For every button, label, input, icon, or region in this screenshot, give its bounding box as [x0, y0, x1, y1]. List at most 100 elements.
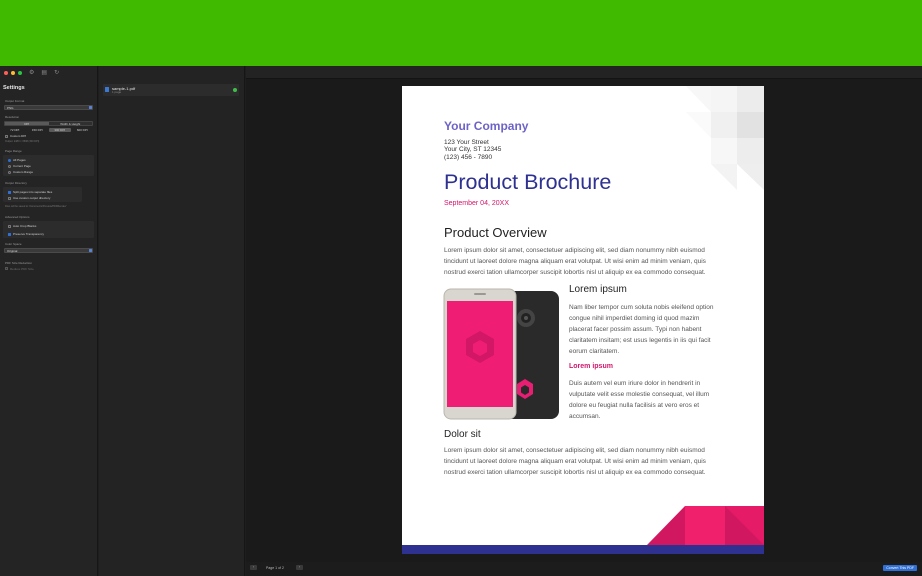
radio-icon[interactable]	[8, 158, 11, 162]
chevron-left-icon[interactable]: ‹	[250, 565, 257, 570]
paragraph-line: placerat facer possim assum. Typi non ha…	[569, 326, 702, 333]
color-space-select[interactable]: Original	[4, 247, 93, 253]
paragraph-line: tincidunt ut laoreet dolore magna aliqua…	[444, 458, 706, 465]
lorem2-paragraph: Duis autem vel eum iriure dolor in hendr…	[569, 378, 709, 422]
preview-bottom-bar: ‹ Page 1 of 2 › Convert This PDF	[246, 562, 922, 576]
auto-crop-checkbox[interactable]	[8, 224, 11, 228]
file-list: sample-1.pdf 1 page	[99, 66, 245, 576]
auto-crop-row[interactable]: Auto Crop Blanks	[3, 224, 94, 228]
segment-dpi[interactable]: DPI	[5, 121, 49, 126]
dpi-options: 72 DPI 150 DPI 300 DPI 600 DPI	[4, 127, 94, 133]
page-range-all[interactable]: All Pages	[3, 158, 94, 162]
paragraph-line: vulputate velit esse molestie consequat,…	[569, 391, 710, 398]
pdf-page: Your Company 123 Your Street Your City, …	[402, 86, 764, 554]
chevron-down-icon	[88, 249, 92, 252]
preserve-transparency-row[interactable]: Preserve Transparency	[3, 232, 94, 236]
paragraph-line: Duis autem vel eum iriure dolor in hendr…	[569, 380, 701, 387]
reduce-pdf-label: Reduce PDF Size	[10, 266, 34, 271]
preserve-transparency-label: Preserve Transparency	[13, 232, 45, 236]
file-subtitle: 1 page	[112, 90, 122, 94]
output-directory-note: Files will be saved to: Documents/Previe…	[5, 205, 67, 208]
settings-title: Settings	[3, 85, 25, 91]
output-size-note: Output: 2480 × 3508 (300 DPI)	[5, 140, 40, 143]
refresh-icon[interactable]: ↻	[54, 70, 59, 76]
output-directory-group: Split pages into separate files Use cust…	[3, 187, 82, 202]
address-line: Your City, ST 12345	[444, 146, 502, 154]
chevron-right-icon[interactable]: ›	[296, 565, 303, 570]
settings-sidebar: ⚙ ▤ ↻ Settings Output Format PNG Resolut…	[0, 66, 98, 576]
page-range-label: Page Range	[5, 149, 22, 153]
preview-pane: Your Company 123 Your Street Your City, …	[246, 66, 922, 576]
reduce-pdf-row[interactable]: Reduce PDF Size	[0, 267, 97, 271]
dolor-heading: Dolor sit	[444, 429, 481, 440]
page-range-all-label: All Pages	[13, 158, 26, 162]
page-range-custom[interactable]: Custom Range	[3, 170, 94, 174]
pixel-decoration	[686, 86, 764, 190]
minimize-window-button[interactable]	[11, 71, 15, 75]
split-pages-checkbox[interactable]	[8, 190, 11, 194]
address-line: 123 Your Street	[444, 139, 489, 146]
close-window-button[interactable]	[4, 71, 8, 75]
app-window: ⚙ ▤ ↻ Settings Output Format PNG Resolut…	[0, 66, 922, 576]
page-footer-bar	[402, 545, 764, 554]
paragraph-line: accumsan.	[569, 413, 601, 420]
custom-dpi-row[interactable]: Custom DPI	[0, 134, 97, 138]
gear-icon[interactable]: ⚙	[29, 70, 34, 76]
overview-paragraph: Lorem ipsum dolor sit amet, consectetuer…	[444, 245, 706, 278]
pdf-file-icon	[105, 87, 109, 92]
status-ok-icon	[233, 88, 237, 92]
paragraph-line: Lorem ipsum dolor sit amet, consectetuer…	[444, 247, 705, 254]
radio-icon[interactable]	[8, 170, 11, 174]
zoom-window-button[interactable]	[18, 71, 22, 75]
dpi-option-300[interactable]: 300 DPI	[49, 127, 71, 132]
page-range-custom-label: Custom Range	[13, 170, 34, 174]
page-indicator: Page 1 of 2	[266, 565, 284, 570]
page-range-current-label: Current Page	[13, 164, 31, 168]
radio-icon[interactable]	[8, 164, 11, 168]
output-format-value: PNG	[7, 105, 14, 110]
custom-dir-checkbox[interactable]	[8, 196, 11, 200]
paragraph-line: dolore eu feugiat nulla facilisis at ver…	[569, 402, 700, 409]
custom-dpi-label: Custom DPI	[10, 134, 27, 138]
resolution-mode-segment: DPI Width & Height	[4, 120, 93, 126]
lorem-heading: Lorem ipsum	[569, 284, 627, 295]
chevron-down-icon	[88, 106, 92, 109]
output-format-select[interactable]: PNG	[4, 104, 93, 110]
page-range-group: All Pages Current Page Custom Range	[3, 155, 94, 176]
lorem-paragraph: Nam liber tempor cum soluta nobis eleife…	[569, 302, 714, 357]
corner-shapes	[647, 506, 764, 545]
auto-crop-label: Auto Crop Blanks	[13, 224, 37, 228]
custom-dir-row[interactable]: Use custom output directory	[3, 196, 82, 200]
desktop-background	[0, 0, 922, 66]
split-pages-label: Split pages into separate files	[13, 190, 53, 194]
dpi-option-600[interactable]: 600 DPI	[72, 128, 94, 133]
overview-heading: Product Overview	[444, 225, 547, 240]
reduce-pdf-checkbox[interactable]	[5, 267, 8, 270]
paragraph-line: Lorem ipsum dolor sit amet, consectetuer…	[444, 447, 705, 454]
color-space-value: Original	[7, 248, 18, 253]
output-directory-label: Output Directory	[5, 181, 27, 185]
lorem-subheading: Lorem ipsum	[569, 363, 613, 370]
segment-width-height[interactable]: Width & Height	[49, 122, 93, 126]
paragraph-line: congue nihil imperdiet doming id quod ma…	[569, 315, 700, 322]
custom-dpi-checkbox[interactable]	[5, 134, 8, 138]
paragraph-line: claritatem insitam; est usus legentis in…	[569, 337, 711, 344]
paragraph-line: Nam liber tempor cum soluta nobis eleife…	[569, 304, 714, 311]
dpi-option-150[interactable]: 150 DPI	[27, 128, 49, 133]
dpi-option-72[interactable]: 72 DPI	[4, 128, 26, 133]
color-space-label: Color Space	[5, 242, 22, 246]
document-title: Product Brochure	[444, 170, 612, 194]
paragraph-line: tincidunt ut laoreet dolore magna aliqua…	[444, 258, 706, 265]
list-item[interactable]: sample-1.pdf 1 page	[103, 84, 239, 96]
convert-button[interactable]: Convert This PDF	[883, 564, 917, 571]
split-pages-row[interactable]: Split pages into separate files	[3, 190, 82, 194]
preview-toolbar	[246, 66, 922, 79]
preserve-transparency-checkbox[interactable]	[8, 232, 11, 236]
page-range-current[interactable]: Current Page	[3, 164, 94, 168]
company-name: Your Company	[444, 119, 529, 133]
document-date: September 04, 20XX	[444, 200, 509, 207]
paragraph-line: eorum claritatem.	[569, 348, 620, 355]
advanced-options-group: Auto Crop Blanks Preserve Transparency	[3, 221, 94, 238]
advanced-options-label: Advanced Options	[5, 215, 30, 219]
trash-icon[interactable]: ▤	[41, 70, 47, 76]
